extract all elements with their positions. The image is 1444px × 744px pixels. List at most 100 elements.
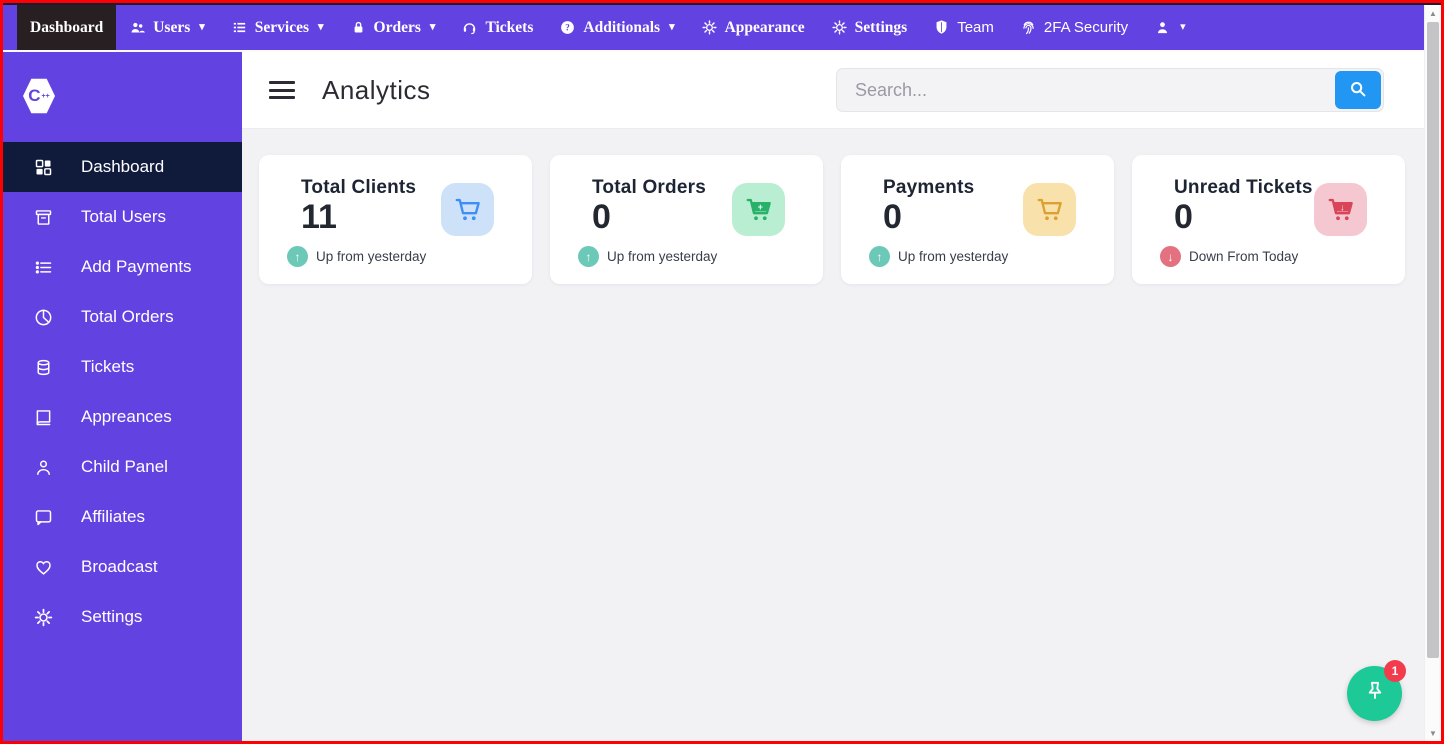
- nav-item-label: Additionals: [583, 18, 661, 36]
- chevron-down-icon: ▾: [429, 21, 436, 33]
- chevron-down-icon: ▾: [318, 21, 324, 33]
- trend-text: Down From Today: [1189, 249, 1299, 265]
- users-icon: [129, 19, 146, 36]
- sidebar-menu: Dashboard Total Users Add Payments Total Or…: [3, 142, 242, 642]
- sidebar-item-affiliates[interactable]: Affiliates: [3, 492, 242, 542]
- chevron-down-icon: ▾: [669, 21, 675, 33]
- sidebar-item-label: Total Orders: [81, 307, 174, 326]
- trend-text: Up from yesterday: [316, 249, 427, 265]
- scroll-up-icon[interactable]: ▲: [1425, 5, 1441, 21]
- nav-item-team[interactable]: Team: [920, 5, 1007, 50]
- sidebar-item-label: Appreances: [81, 407, 172, 426]
- book-icon: [33, 407, 54, 428]
- cart-icon: +: [732, 183, 785, 236]
- pushpin-icon: [1362, 679, 1388, 708]
- scrollbar-thumb[interactable]: [1427, 22, 1439, 658]
- gear-icon: [831, 19, 848, 36]
- trend-text: Up from yesterday: [898, 249, 1009, 265]
- sidebar-item-label: Add Payments: [81, 257, 192, 276]
- search-bar: [836, 68, 1384, 112]
- trend-up-icon: ↑: [578, 246, 599, 268]
- stat-cards-row: Total Clients 11 ↑ Up from yesterday Total O…: [259, 155, 1424, 284]
- stat-card-trend: ↓ Down From Today: [1160, 246, 1381, 268]
- sidebar-item-broadcast[interactable]: Broadcast: [3, 542, 242, 592]
- hexagon-logo-icon: C ++: [23, 78, 55, 114]
- chevron-down-icon: ▾: [199, 21, 205, 33]
- fingerprint-icon: [1020, 19, 1037, 36]
- nav-item-label: Team: [957, 19, 994, 36]
- sidebar-item-label: Tickets: [81, 357, 135, 376]
- sidebar-item-label: Settings: [81, 607, 143, 626]
- top-navbar: Dashboard Users ▾ Services ▾ Orders ▾ Tickets? A…: [3, 5, 1424, 52]
- nav-item-label: Dashboard: [30, 18, 104, 36]
- sidebar-item-total-users[interactable]: Total Users: [3, 192, 242, 242]
- sidebar-item-settings[interactable]: Settings: [3, 592, 242, 642]
- nav-item-appearance[interactable]: Appearance: [688, 5, 818, 50]
- page-title: Analytics: [322, 74, 431, 105]
- sidebar: C ++ Dashboard Total Users Add Payments Tota…: [3, 52, 242, 741]
- stat-card-total-clients: Total Clients 11 ↑ Up from yesterday: [259, 155, 532, 284]
- sidebar-item-label: Affiliates: [81, 507, 145, 526]
- heart-icon: [33, 557, 54, 578]
- person-icon: [33, 457, 54, 478]
- search-input[interactable]: [837, 79, 1335, 101]
- user-icon: [1154, 19, 1171, 36]
- svg-text:?: ?: [566, 23, 571, 33]
- question-icon: ?: [559, 19, 576, 36]
- nav-item-label: Users: [153, 18, 191, 36]
- trend-text: Up from yesterday: [607, 249, 718, 265]
- sidebar-item-tickets[interactable]: Tickets: [3, 342, 242, 392]
- nav-item-services[interactable]: Services ▾: [218, 5, 337, 50]
- page-header: Analytics: [242, 52, 1424, 129]
- grid-icon: [33, 157, 54, 178]
- search-icon: [1347, 78, 1369, 103]
- headset-icon: [461, 19, 478, 36]
- search-button[interactable]: [1335, 71, 1381, 109]
- content-area: Total Clients 11 ↑ Up from yesterday Total O…: [242, 129, 1424, 284]
- stat-card-total-orders: Total Orders 0 + ↑ Up from yesterday: [550, 155, 823, 284]
- nav-item-dashboard[interactable]: Dashboard: [17, 5, 117, 50]
- nav-item-label: Appearance: [724, 18, 805, 36]
- svg-text:↓: ↓: [1340, 202, 1344, 212]
- scroll-down-icon[interactable]: ▼: [1425, 725, 1441, 741]
- nav-item-2fa-security[interactable]: 2FA Security: [1007, 5, 1141, 50]
- brand-logo[interactable]: C ++: [3, 52, 242, 142]
- pie-chart-icon: [33, 307, 54, 328]
- logo-suffix: ++: [41, 92, 50, 100]
- sidebar-item-appreances[interactable]: Appreances: [3, 392, 242, 442]
- cart-icon: ↓: [1314, 183, 1367, 236]
- sidebar-item-label: Child Panel: [81, 457, 168, 476]
- logo-letter: C: [28, 86, 41, 105]
- stat-card-trend: ↑ Up from yesterday: [869, 246, 1090, 268]
- database-icon: [33, 357, 54, 378]
- stat-card-payments: Payments 0 ↑ Up from yesterday: [841, 155, 1114, 284]
- nav-item-additionals[interactable]: ? Additionals ▾: [546, 5, 687, 50]
- chat-icon: [33, 507, 54, 528]
- gear-icon: [33, 607, 54, 628]
- nav-item-label: Services: [254, 18, 310, 36]
- nav-item-settings[interactable]: Settings: [818, 5, 921, 50]
- chevron-down-icon: ▾: [1180, 21, 1186, 33]
- hamburger-menu-icon[interactable]: [269, 77, 295, 104]
- nav-item-users[interactable]: Users ▾: [116, 5, 218, 50]
- stat-card-trend: ↑ Up from yesterday: [578, 246, 799, 268]
- nav-item-label: Orders: [373, 18, 421, 36]
- sidebar-item-dashboard[interactable]: Dashboard: [3, 142, 242, 192]
- nav-item-orders[interactable]: Orders ▾: [337, 5, 449, 50]
- sidebar-item-total-orders[interactable]: Total Orders: [3, 292, 242, 342]
- vertical-scrollbar[interactable]: ▲ ▼: [1424, 5, 1441, 741]
- nav-item-tickets[interactable]: Tickets: [448, 5, 546, 50]
- shield-icon: [933, 19, 950, 36]
- nav-item-account[interactable]: ▾: [1141, 5, 1199, 50]
- svg-text:+: +: [757, 202, 762, 212]
- sidebar-item-add-payments[interactable]: Add Payments: [3, 242, 242, 292]
- sidebar-item-label: Total Users: [81, 207, 167, 226]
- cart-icon: [1023, 183, 1076, 236]
- sidebar-item-label: Dashboard: [81, 157, 165, 176]
- trend-down-icon: ↓: [1160, 246, 1181, 268]
- notifications-fab[interactable]: 1: [1347, 660, 1406, 721]
- nav-item-label: Settings: [854, 18, 908, 36]
- trend-up-icon: ↑: [869, 246, 890, 268]
- stat-card-unread-tickets: Unread Tickets 0 ↓ ↓ Down From Today: [1132, 155, 1405, 284]
- sidebar-item-child-panel[interactable]: Child Panel: [3, 442, 242, 492]
